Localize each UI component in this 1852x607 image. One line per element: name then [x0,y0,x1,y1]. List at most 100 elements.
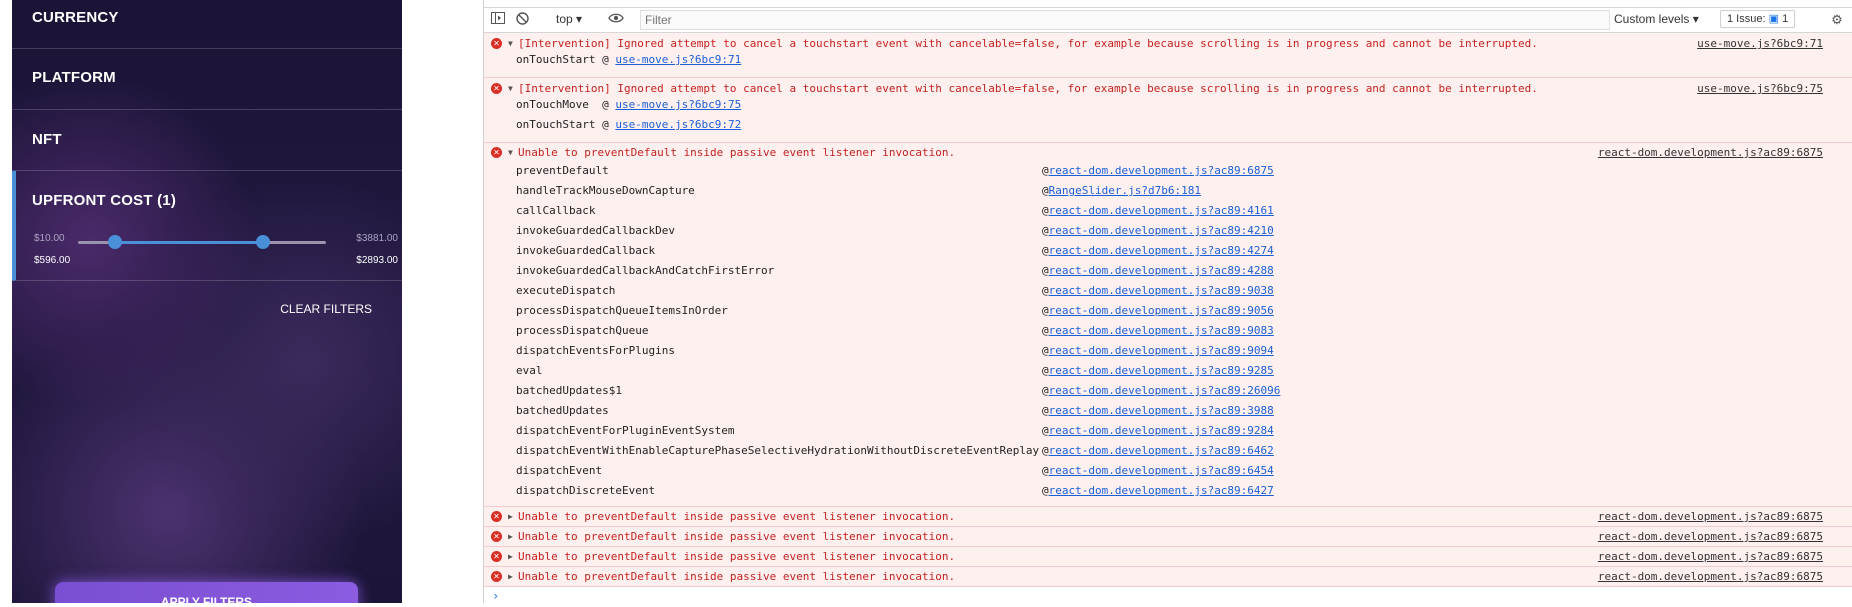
stack-frame-location: @react-dom.development.js?ac89:6427 [1042,484,1274,497]
eye-icon[interactable] [608,12,624,28]
expand-caret-icon[interactable]: ▼ [508,84,513,93]
console-source-link[interactable]: react-dom.development.js?ac89:6875 [1598,510,1823,523]
console-message: Unable to preventDefault inside passive … [518,510,956,523]
error-icon: ✕ [491,147,502,158]
context-selector[interactable]: top ▾ [556,12,582,26]
console-toolbar: top ▾ Custom levels ▾ 1 Issue: ▣ 1 ⚙ [484,7,1852,33]
stack-frame-link[interactable]: RangeSlider.js?d7b6:181 [1049,184,1201,197]
stack-frame-link[interactable]: react-dom.development.js?ac89:3988 [1049,404,1274,417]
stack-frame-location: @react-dom.development.js?ac89:6462 [1042,444,1274,457]
stack-frame-name: preventDefault [516,164,609,177]
stack-frame-link[interactable]: react-dom.development.js?ac89:4288 [1049,264,1274,277]
error-icon: ✕ [491,511,502,522]
filter-currency-label: CURRENCY [32,9,119,26]
stack-frame-link[interactable]: react-dom.development.js?ac89:4274 [1049,244,1274,257]
console-source-link[interactable]: react-dom.development.js?ac89:6875 [1598,550,1823,563]
stack-frame-location: @react-dom.development.js?ac89:9083 [1042,324,1274,337]
stack-frame-location: @react-dom.development.js?ac89:9285 [1042,364,1274,377]
error-icon: ✕ [491,571,502,582]
console-entry-collapsed[interactable]: ✕ ▶ Unable to preventDefault inside passiv… [484,567,1852,587]
console-source-link[interactable]: use-move.js?6bc9:75 [1697,82,1823,95]
console-entry-collapsed[interactable]: ✕ ▶ Unable to preventDefault inside passiv… [484,507,1852,527]
expand-caret-icon[interactable]: ▼ [508,39,513,48]
log-levels-dropdown[interactable]: Custom levels ▾ [1614,12,1699,26]
filter-nft-label: NFT [32,131,62,148]
stack-frame-location: @react-dom.development.js?ac89:6454 [1042,464,1274,477]
range-min-label: $10.00 [34,233,65,244]
sidebar-toggle-icon[interactable] [490,12,506,28]
stack-frame-link[interactable]: react-dom.development.js?ac89:4210 [1049,224,1274,237]
stack-frame-link[interactable]: react-dom.development.js?ac89:6427 [1049,484,1274,497]
stack-frame-link[interactable]: react-dom.development.js?ac89:6875 [1049,164,1274,177]
stack-frame-link[interactable]: use-move.js?6bc9:72 [615,118,741,131]
range-max-label: $3881.00 [356,233,398,244]
console-entry-collapsed[interactable]: ✕ ▶ Unable to preventDefault inside passiv… [484,527,1852,547]
expand-caret-icon[interactable]: ▼ [508,148,513,157]
filter-upfront-cost[interactable]: UPFRONT COST (1) $10.00 $3881.00 $596.00… [12,171,402,281]
expand-caret-icon[interactable]: ▶ [508,512,513,521]
stack-frame-link[interactable]: react-dom.development.js?ac89:9056 [1049,304,1274,317]
console-message: [Intervention] Ignored attempt to cancel… [518,37,1538,50]
stack-frame-link[interactable]: react-dom.development.js?ac89:26096 [1049,384,1281,397]
console-filter-input[interactable] [640,10,1610,30]
stack-frame-name: dispatchEventWithEnableCapturePhaseSelec… [516,444,1040,457]
stack-frame-name: dispatchEventForPluginEventSystem [516,424,735,437]
stack-frame-link[interactable]: react-dom.development.js?ac89:9284 [1049,424,1274,437]
stack-frame-link[interactable]: react-dom.development.js?ac89:9038 [1049,284,1274,297]
range-slider-max-handle[interactable] [255,235,270,249]
expand-caret-icon[interactable]: ▶ [508,552,513,561]
console-source-link[interactable]: react-dom.development.js?ac89:6875 [1598,530,1823,543]
console-entry[interactable]: ✕ ▼ [Intervention] Ignored attempt to ca… [484,33,1852,78]
expand-caret-icon[interactable]: ▶ [508,572,513,581]
expand-caret-icon[interactable]: ▶ [508,532,513,541]
range-slider-track[interactable] [78,235,326,249]
clear-console-icon[interactable] [514,12,530,28]
selected-min-value: $596.00 [34,255,71,266]
console-source-link[interactable]: react-dom.development.js?ac89:6875 [1598,146,1823,159]
stack-frame-location: @react-dom.development.js?ac89:4288 [1042,264,1274,277]
stack-frame-location: @react-dom.development.js?ac89:4210 [1042,224,1274,237]
console-entry-expanded[interactable]: ✕ ▼ Unable to preventDefault inside pass… [484,143,1852,507]
stack-frame-link[interactable]: use-move.js?6bc9:71 [615,53,741,66]
stack-frame: onTouchMove @ use-move.js?6bc9:75 [516,98,742,111]
stack-frame-link[interactable]: react-dom.development.js?ac89:6454 [1049,464,1274,477]
stack-frame-link[interactable]: react-dom.development.js?ac89:4161 [1049,204,1274,217]
stack-frame-link[interactable]: use-move.js?6bc9:75 [615,98,741,111]
filter-platform[interactable]: PLATFORM [12,49,402,110]
filter-platform-label: PLATFORM [32,69,116,86]
console-entry-collapsed[interactable]: ✕ ▶ Unable to preventDefault inside passiv… [484,547,1852,567]
console-log: ✕ ▼ [Intervention] Ignored attempt to ca… [484,33,1852,607]
stack-frame-location: @react-dom.development.js?ac89:9038 [1042,284,1274,297]
console-source-link[interactable]: use-move.js?6bc9:71 [1697,37,1823,50]
stack-frame-name: invokeGuardedCallback [516,244,656,257]
console-source-link[interactable]: react-dom.development.js?ac89:6875 [1598,570,1823,583]
stack-frame-link[interactable]: react-dom.development.js?ac89:9094 [1049,344,1274,357]
filter-nft[interactable]: NFT [12,110,402,171]
error-icon: ✕ [491,551,502,562]
stack-frame-name: invokeGuardedCallbackAndCatchFirstError [516,264,775,277]
console-prompt-icon: › [492,589,500,603]
stack-frame-name: dispatchEventsForPlugins [516,344,675,357]
chevron-down-icon: ▾ [576,12,583,26]
console-entry[interactable]: ✕ ▼ [Intervention] Ignored attempt to ca… [484,78,1852,143]
console-message: Unable to preventDefault inside passive … [518,146,956,159]
stack-frame: onTouchStart @ use-move.js?6bc9:71 [516,53,742,66]
stack-frame-link[interactable]: react-dom.development.js?ac89:6462 [1049,444,1274,457]
stack-frame-name: batchedUpdates [516,404,609,417]
error-icon: ✕ [491,83,502,94]
stack-frame-link[interactable]: react-dom.development.js?ac89:9083 [1049,324,1274,337]
filter-currency[interactable]: CURRENCY [12,0,402,49]
apply-filters-button[interactable]: APPLY FILTERS [55,582,358,603]
stack-frame-location: @react-dom.development.js?ac89:6875 [1042,164,1274,177]
console-message: Unable to preventDefault inside passive … [518,570,956,583]
clear-filters-button[interactable]: CLEAR FILTERS [280,302,372,316]
console-message: [Intervention] Ignored attempt to cancel… [518,82,1538,95]
gear-icon[interactable]: ⚙ [1829,12,1845,28]
selected-max-value: $2893.00 [356,255,398,266]
issues-button[interactable]: 1 Issue: ▣ 1 [1720,10,1796,28]
stack-frame-name: handleTrackMouseDownCapture [516,184,695,197]
console-prompt-row[interactable]: › [484,587,1852,607]
stack-frame-link[interactable]: react-dom.development.js?ac89:9285 [1049,364,1274,377]
stack-frame-name: batchedUpdates$1 [516,384,622,397]
range-slider-min-handle[interactable] [108,235,123,249]
